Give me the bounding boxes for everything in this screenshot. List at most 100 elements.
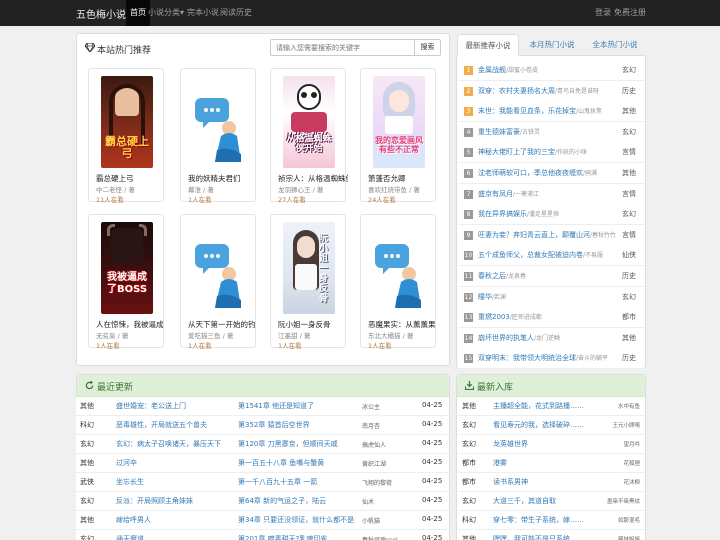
- book-name[interactable]: 恶魔果实：从薰薰果: [368, 319, 438, 330]
- ranking-row[interactable]: 9 旺妻为妾？弃妇青云直上，颠覆山河/春秋竹竹 言情: [458, 224, 644, 246]
- nav-register[interactable]: 免费注册: [614, 0, 646, 26]
- update-chapter-link[interactable]: 第201章 噬毒耕天?乳魂印雀: [238, 534, 366, 540]
- book-card[interactable]: 霸总硬上弓 霸总硬上弓 中二老怪 / 著 11人在看: [88, 68, 166, 204]
- search-button[interactable]: 搜索: [414, 39, 441, 56]
- nav-categories[interactable]: 小说分类▾: [148, 0, 184, 26]
- ranking-row[interactable]: 13 重燃2003/匠师进成都 都市: [458, 307, 644, 329]
- rank-book-link[interactable]: 末世：我能看见血条，乐花掉宝/山鬼执笔: [478, 106, 618, 116]
- update-author: 搞虎仙人: [362, 442, 387, 449]
- book-card[interactable]: 阮小姐一身反骨 阮小姐一身反骨 江墨甜 / 著 1人在看: [270, 214, 348, 350]
- ranking-row[interactable]: 1 金属战舰/甜蜜小卷皮 玄幻: [458, 60, 644, 81]
- newbook-title[interactable]: 主播超全能，花式到路播……: [493, 401, 593, 411]
- rank-book-link[interactable]: 春秋之后/龙泉春: [478, 271, 618, 281]
- update-chapter-link[interactable]: 第1541章 他还是知道了: [238, 401, 366, 411]
- ranking-row[interactable]: 8 我在异界搞娱乐/潘走星星恒 玄幻: [458, 204, 644, 226]
- book-card[interactable]: 恶魔果实：从薰薰果 东北大橘猫 / 著 1人在看: [360, 214, 438, 350]
- rank-book-link[interactable]: 金属战舰/甜蜜小卷皮: [478, 65, 618, 75]
- newbook-title[interactable]: 港雾: [493, 458, 593, 468]
- book-cover-image[interactable]: 霸总硬上弓: [101, 76, 153, 168]
- rank-book-title[interactable]: 重燃2003: [478, 313, 510, 321]
- ranking-row[interactable]: 15 双穿明末：我带领大明统治全球/奋斗的躺平 历史: [458, 348, 644, 370]
- newbook-title[interactable]: 大道三千，其道自取: [493, 496, 593, 506]
- ranking-row[interactable]: 4 重生德妹富豪/古铁灵 玄幻: [458, 121, 644, 143]
- ranking-row[interactable]: 3 末世：我能看见血条，乐花掉宝/山鬼执笔 其他: [458, 101, 644, 123]
- book-name[interactable]: 祯宗人：从格温蜘蛛侠: [278, 173, 348, 184]
- book-name[interactable]: 人在惊悚，我被逼成: [96, 319, 166, 330]
- book-cover-image[interactable]: 从格温蜘蛛侠开始: [283, 76, 335, 168]
- rank-book-title[interactable]: 瞳华: [478, 293, 492, 301]
- ranking-row[interactable]: 12 瞳华/若渊 玄幻: [458, 286, 644, 308]
- tab-finished-hot[interactable]: 全本热门小说: [584, 34, 646, 56]
- rank-book-link[interactable]: 旺妻为妾？弃妇青云直上，颠覆山河/春秋竹竹: [478, 230, 618, 240]
- update-chapter-link[interactable]: 第120章 刀黑寨京，但顺间天戚: [238, 439, 366, 449]
- rank-book-link[interactable]: 崩坏世界的执笔人/龙门逆鳞: [478, 333, 618, 343]
- book-card[interactable]: 我的妖精夫君们 幕淮 / 著 1人在看: [180, 68, 258, 204]
- book-cover-placeholder-icon[interactable]: [373, 222, 425, 314]
- search-input[interactable]: [270, 39, 416, 56]
- ranking-row[interactable]: 10 五个成鱼师父，总裁女配被迫内卷/不易服 仙侠: [458, 245, 644, 267]
- site-brand[interactable]: 五色梅小说: [76, 6, 126, 21]
- book-name[interactable]: 从天下第一开始的钓: [188, 319, 258, 330]
- book-cover-image[interactable]: 我的恋爱画风有些不正常: [373, 76, 425, 168]
- update-chapter-link[interactable]: 第64章 新的气运之子，陆云: [238, 496, 366, 506]
- nav-home[interactable]: 首页: [126, 0, 150, 26]
- rank-book-title[interactable]: 旺妻为妾？弃妇青云直上，颠覆山河: [478, 231, 590, 239]
- book-card[interactable]: 从天下第一开始的钓 爱吃猫三鱼 / 著 1人在看: [180, 214, 258, 350]
- nav-history[interactable]: 阅读历史: [220, 0, 252, 26]
- rank-book-link[interactable]: 沈老师萌软可口，季总他夜夜缠欢/鸦满: [478, 168, 618, 178]
- ranking-row[interactable]: 6 沈老师萌软可口，季总他夜夜缠欢/鸦满 其他: [458, 163, 644, 184]
- newbook-title[interactable]: 龙英雄世界: [493, 439, 593, 449]
- tab-monthly-hot[interactable]: 本月热门小说: [522, 34, 582, 56]
- update-chapter-link[interactable]: 第一千八百九十五章 一箭: [238, 477, 366, 487]
- book-cover-placeholder-icon[interactable]: [193, 76, 245, 168]
- rank-book-title[interactable]: 沈老师萌软可口，季总他夜夜缠欢: [478, 169, 583, 177]
- ranking-row[interactable]: 7 盛京有凤月/一寒浦江 言情: [458, 183, 644, 205]
- rank-book-title[interactable]: 春秋之后: [478, 272, 506, 280]
- book-card[interactable]: 从格温蜘蛛侠开始 祯宗人：从格温蜘蛛侠 龙羽狮心王 / 著 27人在看: [270, 68, 348, 204]
- book-author: 幕淮 / 著: [188, 186, 214, 194]
- rank-book-title[interactable]: 重生德妹富豪: [478, 128, 520, 136]
- book-cover-image[interactable]: 阮小姐一身反骨: [283, 222, 335, 314]
- rank-book-link[interactable]: 我在异界搞娱乐/潘走星星恒: [478, 209, 618, 219]
- newbook-title[interactable]: 看见寿元的我，选择破碎……: [493, 420, 593, 430]
- ranking-row[interactable]: 14 崩坏世界的执笔人/龙门逆鳞 其他: [458, 327, 644, 349]
- book-name[interactable]: 阮小姐一身反骨: [278, 319, 348, 330]
- newbook-title[interactable]: 读书系男神: [493, 477, 593, 487]
- ranking-row[interactable]: 5 神秘大佬盯上了我的三宝/作妖的小咪 言情: [458, 142, 644, 164]
- update-chapter-link[interactable]: 第一百五十八章 鱼嘴与蟹黄: [238, 458, 366, 468]
- rank-book-link[interactable]: 神秘大佬盯上了我的三宝/作妖的小咪: [478, 147, 618, 157]
- rank-book-link[interactable]: 瞳华/若渊: [478, 292, 618, 302]
- rank-book-title[interactable]: 双穿：农村夫妻扬名大周: [478, 87, 555, 95]
- tab-latest-recommend[interactable]: 最新推荐小说: [457, 34, 519, 56]
- rank-book-title[interactable]: 我在异界搞娱乐: [478, 210, 527, 218]
- rank-book-title[interactable]: 崩坏世界的执笔人: [478, 334, 534, 342]
- book-name[interactable]: 我的妖精夫君们: [188, 173, 258, 184]
- rank-book-title[interactable]: 末世：我能看见血条，乐花掉宝: [478, 107, 576, 115]
- rank-book-title[interactable]: 双穿明末：我带领大明统治全球: [478, 354, 576, 362]
- rank-book-title[interactable]: 神秘大佬盯上了我的三宝: [478, 148, 555, 156]
- rank-book-author: /作妖的小咪: [555, 149, 588, 157]
- rank-book-link[interactable]: 双穿：农村夫妻扬名大周/青鸟自免是谁呀: [478, 86, 618, 96]
- update-chapter-link[interactable]: 第352章 猿首后空世界: [238, 420, 366, 430]
- book-name[interactable]: 霸总硬上弓: [96, 173, 166, 184]
- rank-book-link[interactable]: 双穿明末：我带领大明统治全球/奋斗的躺平: [478, 353, 618, 363]
- rank-book-link[interactable]: 五个成鱼师父，总裁女配被迫内卷/不易服: [478, 250, 618, 260]
- book-card[interactable]: 我被逼成了BOSS 人在惊悚，我被逼成 无贫枭 / 著 1人在看: [88, 214, 166, 350]
- rank-book-link[interactable]: 重燃2003/匠师进成都: [478, 312, 618, 322]
- book-card[interactable]: 我的恋爱画风有些不正常 箫蓬否允卿 喜欢红烧带鱼 / 著 24人在看: [360, 68, 438, 204]
- newbook-title[interactable]: 穿七零：带生子系统，嫁……: [493, 515, 593, 525]
- book-name[interactable]: 箫蓬否允卿: [368, 173, 438, 184]
- rank-book-link[interactable]: 盛京有凤月/一寒浦江: [478, 189, 618, 199]
- book-cover-placeholder-icon[interactable]: [193, 222, 245, 314]
- rank-book-link[interactable]: 重生德妹富豪/古铁灵: [478, 127, 618, 137]
- update-chapter-link[interactable]: 第34章 只要还没领证，就什么都不是: [238, 515, 366, 525]
- ranking-row[interactable]: 2 双穿：农村夫妻扬名大周/青鸟自免是谁呀 历史: [458, 80, 644, 102]
- nav-login[interactable]: 登录: [595, 0, 611, 26]
- rank-book-title[interactable]: 五个成鱼师父，总裁女配被迫内卷: [478, 251, 583, 259]
- book-cover-image[interactable]: 我被逼成了BOSS: [101, 222, 153, 314]
- rank-book-title[interactable]: 盛京有凤月: [478, 190, 513, 198]
- rank-book-title[interactable]: 金属战舰: [478, 66, 506, 74]
- nav-finished[interactable]: 完本小说: [187, 0, 219, 26]
- newbook-title[interactable]: 嘿嘿，我可能不是只系统: [493, 534, 593, 540]
- ranking-row[interactable]: 11 春秋之后/龙泉春 历史: [458, 266, 644, 287]
